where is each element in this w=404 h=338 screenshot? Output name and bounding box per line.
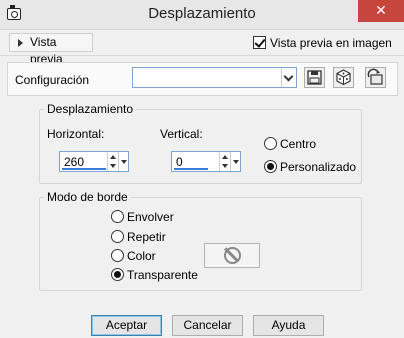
- radio-envolver-label: Envolver: [127, 210, 174, 224]
- radio-centro-label: Centro: [280, 137, 317, 151]
- radio-centro[interactable]: [264, 137, 277, 150]
- offset-group-title: Desplazamiento: [44, 102, 137, 116]
- radio-personalizado-label: Personalizado: [280, 160, 357, 174]
- window-title: Desplazamiento: [148, 5, 256, 22]
- radio-repetir-label: Repetir: [127, 230, 166, 244]
- preview-strip: Vista previa Vista previa en imagen: [0, 30, 404, 66]
- spin-arrows-icon[interactable]: [107, 152, 118, 171]
- radio-color[interactable]: [111, 249, 124, 262]
- focus-underline: [62, 168, 106, 170]
- dropdown-arrow-icon[interactable]: [230, 152, 240, 171]
- config-label: Configuración: [15, 73, 90, 87]
- horizontal-stepper[interactable]: 260: [59, 151, 129, 172]
- cancel-button[interactable]: Cancelar: [172, 315, 243, 336]
- dice-icon: [336, 69, 351, 86]
- chevron-down-icon[interactable]: [281, 68, 296, 87]
- disabled-icon: [224, 247, 241, 264]
- floppy-disk-icon: [307, 70, 322, 85]
- title-bar: Desplazamiento ✕: [0, 0, 404, 30]
- vertical-value: 0: [176, 155, 183, 169]
- help-button[interactable]: Ayuda: [253, 315, 324, 336]
- save-preset-button[interactable]: [304, 67, 325, 88]
- horizontal-label: Horizontal:: [47, 127, 105, 141]
- close-button[interactable]: ✕: [358, 0, 404, 22]
- ok-button[interactable]: Aceptar: [91, 315, 162, 336]
- focus-underline: [174, 168, 208, 170]
- radio-envolver[interactable]: [111, 210, 124, 223]
- border-mode-group: [39, 197, 362, 291]
- radio-personalizado[interactable]: [264, 160, 277, 173]
- spin-arrows-icon[interactable]: [219, 152, 230, 171]
- border-mode-group-title: Modo de borde: [44, 190, 131, 204]
- radio-transparente-label: Transparente: [127, 268, 198, 282]
- vertical-label: Vertical:: [160, 127, 203, 141]
- radio-transparente[interactable]: [111, 268, 124, 281]
- vertical-stepper[interactable]: 0: [171, 151, 241, 172]
- dropdown-arrow-icon[interactable]: [118, 152, 128, 171]
- preview-toggle-button[interactable]: Vista previa: [9, 33, 93, 66]
- radio-repetir[interactable]: [111, 230, 124, 243]
- config-select[interactable]: [132, 67, 297, 88]
- preview-on-image-label: Vista previa en imagen: [270, 36, 392, 50]
- radio-color-label: Color: [127, 249, 156, 263]
- expand-arrow-icon: [18, 39, 23, 47]
- reset-button[interactable]: [365, 67, 386, 88]
- reset-preset-icon: [367, 68, 383, 85]
- preview-on-image-checkbox[interactable]: [253, 36, 266, 49]
- horizontal-value: 260: [64, 155, 85, 169]
- border-color-swatch[interactable]: [204, 243, 260, 268]
- randomize-button[interactable]: [333, 67, 354, 88]
